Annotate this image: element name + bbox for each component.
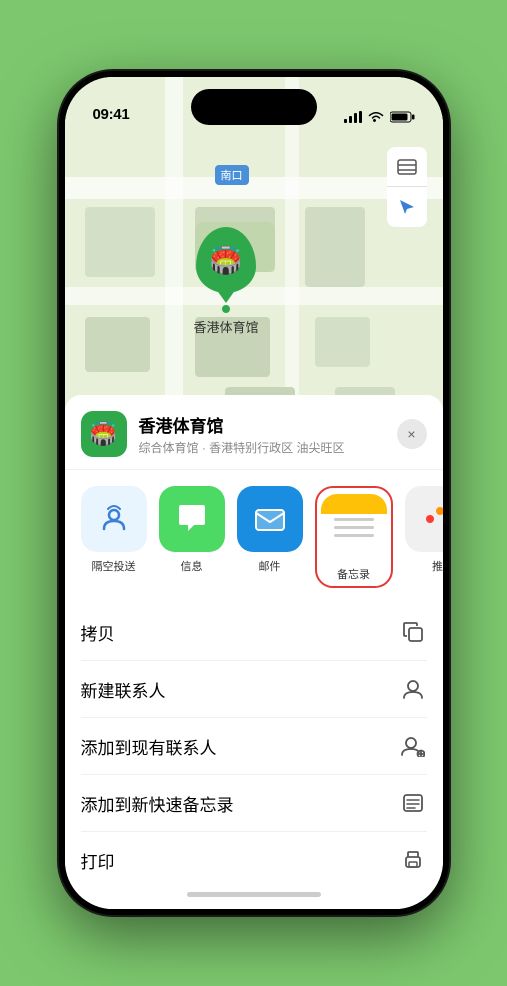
- more-icon-wrap: [405, 486, 443, 552]
- stadium-icon: 🏟️: [210, 245, 242, 276]
- share-item-airdrop[interactable]: 隔空投送: [81, 486, 147, 588]
- battery-icon: [390, 111, 415, 123]
- share-item-notes[interactable]: 备忘录: [315, 486, 393, 588]
- venue-header: 🏟️ 香港体育馆 综合体育馆 · 香港特别行政区 油尖旺区 ×: [65, 395, 443, 470]
- map-pin-container: 🏟️ 香港体育馆: [194, 227, 259, 336]
- venue-name: 香港体育馆: [139, 412, 397, 437]
- new-contact-icon: [399, 675, 427, 703]
- mail-label: 邮件: [259, 558, 281, 574]
- layers-icon: [396, 156, 418, 178]
- venue-info: 香港体育馆 综合体育馆 · 香港特别行政区 油尖旺区: [139, 412, 397, 456]
- share-item-mail[interactable]: 邮件: [237, 486, 303, 588]
- phone-screen: 09:41: [65, 77, 443, 909]
- dynamic-island: [191, 89, 317, 125]
- more-label: 推: [432, 558, 443, 574]
- add-contact-icon: [399, 732, 427, 760]
- venue-icon: 🏟️: [81, 411, 127, 457]
- action-print-label: 打印: [81, 848, 115, 873]
- airdrop-label: 隔空投送: [92, 558, 136, 574]
- more-dots-icon: [418, 501, 443, 537]
- location-arrow-icon: [398, 198, 416, 216]
- map-layers-button[interactable]: [387, 147, 427, 187]
- wifi-icon: [368, 111, 384, 123]
- status-icons: [344, 111, 415, 123]
- action-list: 拷贝 新建联系人: [65, 604, 443, 888]
- mail-icon: [252, 501, 288, 537]
- notes-label: 备忘录: [337, 566, 370, 582]
- notes-content: [321, 494, 387, 560]
- action-quick-note-label: 添加到新快速备忘录: [81, 791, 234, 816]
- messages-icon: [174, 501, 210, 537]
- map-pin-label: 香港体育馆: [194, 317, 259, 336]
- location-label: 南口: [215, 165, 249, 185]
- map-pin-dot: [222, 305, 230, 313]
- notes-icon-wrap: [321, 494, 387, 560]
- status-time: 09:41: [93, 106, 130, 123]
- copy-icon: [399, 618, 427, 646]
- share-row: 隔空投送 信息: [65, 470, 443, 604]
- action-print[interactable]: 打印: [81, 832, 427, 888]
- venue-subtitle: 综合体育馆 · 香港特别行政区 油尖旺区: [139, 439, 397, 456]
- location-button[interactable]: [387, 187, 427, 227]
- share-item-more[interactable]: 推: [405, 486, 443, 588]
- airdrop-icon-wrap: [81, 486, 147, 552]
- action-new-contact[interactable]: 新建联系人: [81, 661, 427, 718]
- map-controls: [387, 147, 427, 227]
- messages-icon-wrap: [159, 486, 225, 552]
- action-quick-note[interactable]: 添加到新快速备忘录: [81, 775, 427, 832]
- quick-note-icon: [399, 789, 427, 817]
- action-copy[interactable]: 拷贝: [81, 604, 427, 661]
- messages-label: 信息: [181, 558, 203, 574]
- action-add-existing-label: 添加到现有联系人: [81, 734, 217, 759]
- print-icon: [399, 846, 427, 874]
- action-copy-label: 拷贝: [81, 620, 115, 645]
- bottom-sheet: 🏟️ 香港体育馆 综合体育馆 · 香港特别行政区 油尖旺区 ×: [65, 395, 443, 909]
- action-add-existing[interactable]: 添加到现有联系人: [81, 718, 427, 775]
- action-new-contact-label: 新建联系人: [81, 677, 166, 702]
- close-button[interactable]: ×: [397, 419, 427, 449]
- map-pin: 🏟️: [196, 227, 256, 293]
- share-item-messages[interactable]: 信息: [159, 486, 225, 588]
- phone-frame: 09:41: [59, 71, 449, 915]
- mail-icon-wrap: [237, 486, 303, 552]
- signal-icon: [344, 111, 362, 123]
- airdrop-icon: [96, 501, 132, 537]
- home-indicator: [187, 892, 321, 897]
